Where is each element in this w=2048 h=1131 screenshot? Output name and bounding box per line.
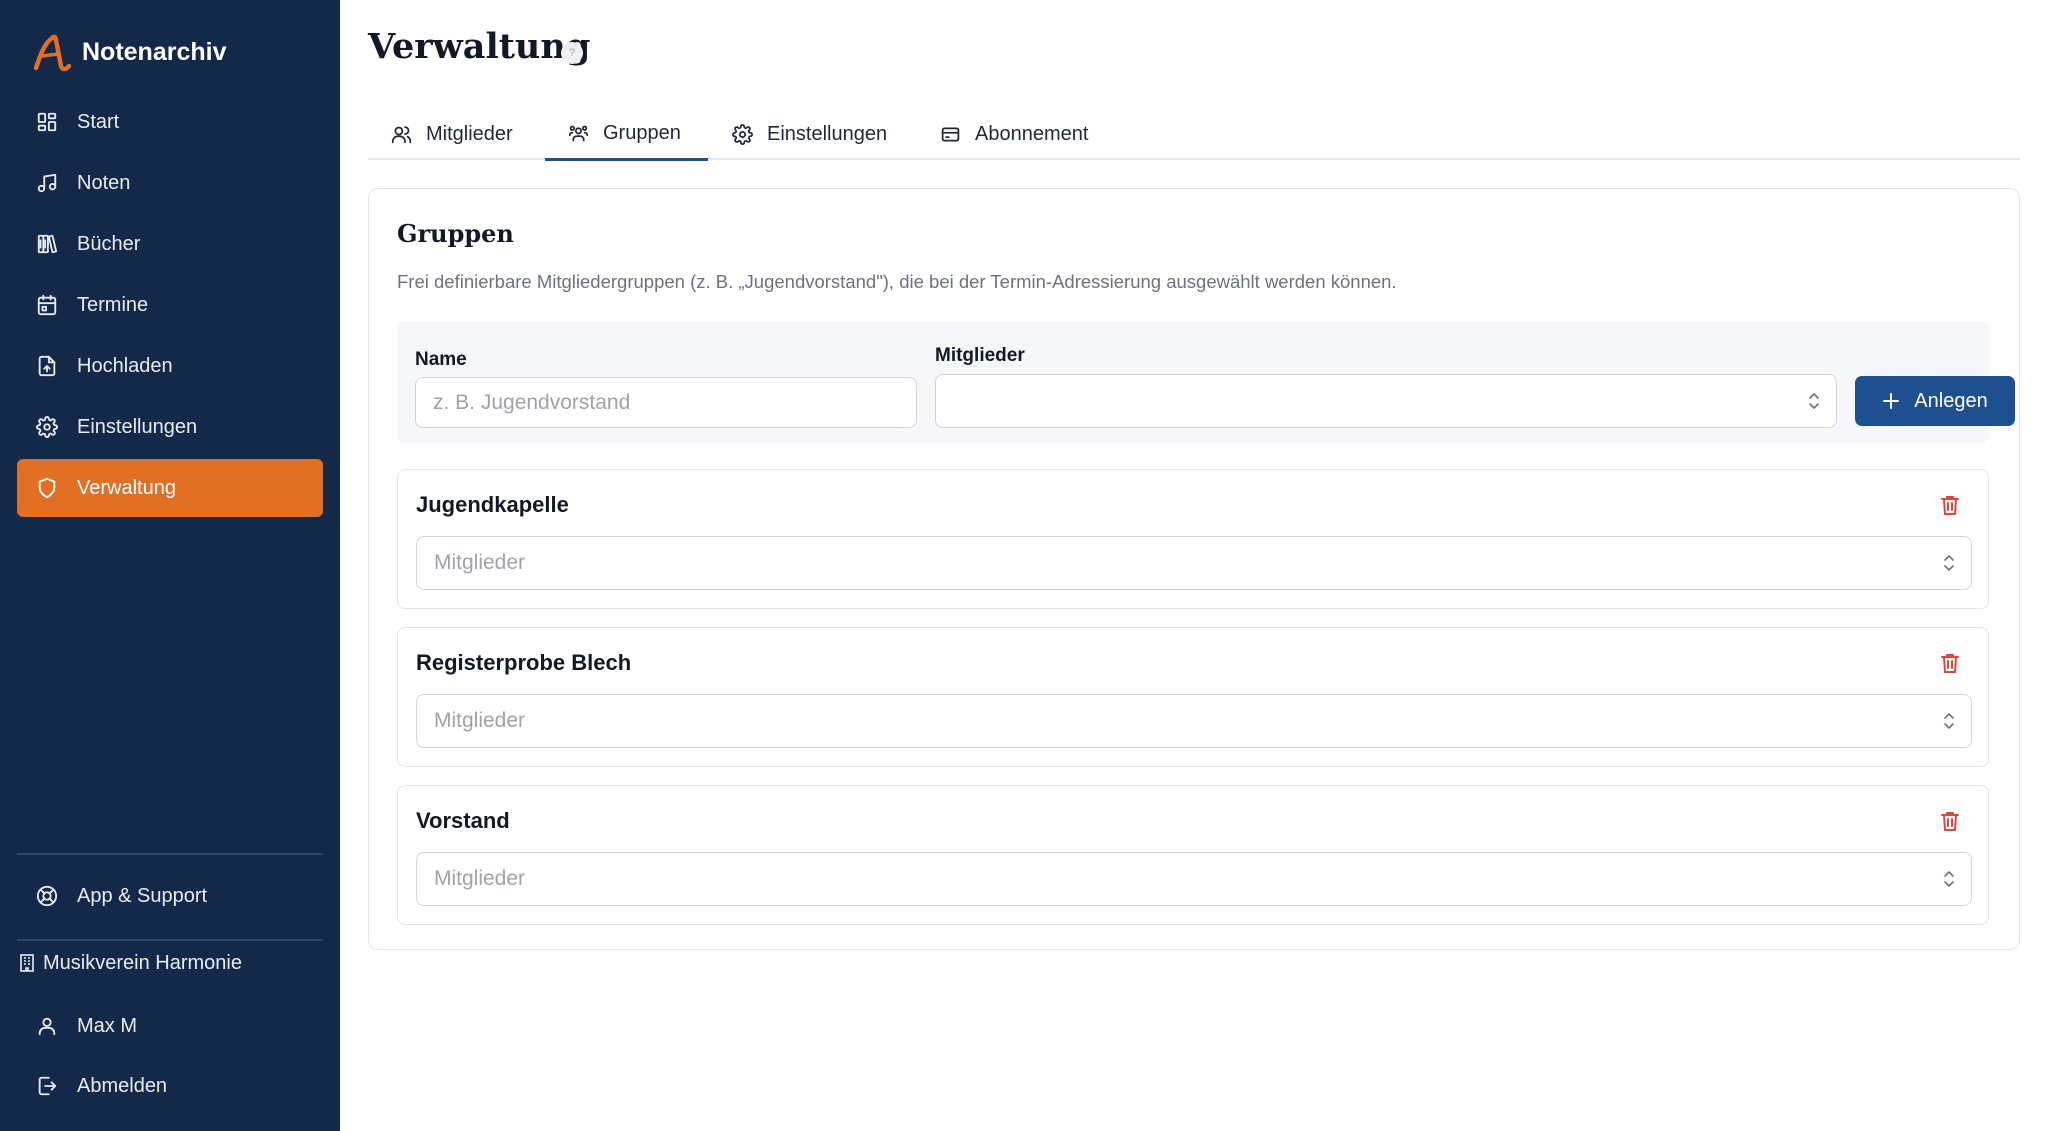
gear-icon	[35, 415, 59, 439]
sidebar-item-support[interactable]: App & Support	[17, 871, 323, 921]
section-title: Gruppen	[397, 219, 514, 248]
group-members-select[interactable]: Mitglieder	[416, 694, 1972, 748]
sidebar-divider	[17, 853, 323, 855]
gear-icon	[731, 123, 753, 145]
sidebar-nav: Start Noten Bücher Termine Hochladen Ein…	[17, 93, 323, 520]
group-name-input[interactable]: z. B. Jugendvorstand	[415, 377, 917, 428]
chevron-up-down-icon	[1808, 391, 1820, 411]
sidebar-item-label: Einstellungen	[77, 415, 198, 438]
create-group-form: Name z. B. Jugendvorstand Mitglieder Anl…	[397, 321, 2015, 443]
group-name: Vorstand	[416, 808, 510, 833]
logout-label: Abmelden	[77, 1074, 168, 1097]
chevron-up-down-icon	[1943, 553, 1955, 573]
help-icon[interactable]: ?	[561, 42, 583, 64]
tab-mitglieder[interactable]: Mitglieder	[390, 108, 513, 160]
sidebar-item-hochladen[interactable]: Hochladen	[17, 337, 323, 395]
create-group-button[interactable]: Anlegen	[1855, 376, 2015, 426]
calendar-icon	[35, 293, 59, 317]
group-item: Jugendkapelle Mitglieder	[397, 469, 1989, 609]
brand[interactable]: Notenarchiv	[30, 30, 226, 74]
trash-icon[interactable]	[1940, 810, 1962, 832]
app-name: Notenarchiv	[82, 37, 227, 66]
group-name: Jugendkapelle	[416, 492, 569, 517]
tab-label: Mitglieder	[426, 122, 513, 145]
members-select[interactable]	[935, 374, 1837, 428]
tab-label: Gruppen	[603, 121, 681, 144]
sidebar-item-buecher[interactable]: Bücher	[17, 215, 323, 273]
name-label: Name	[415, 349, 467, 370]
sidebar-item-label: Start	[77, 110, 120, 133]
plus-icon	[1882, 392, 1900, 410]
app-logo-icon	[33, 34, 72, 72]
library-icon	[35, 232, 59, 256]
group-members-placeholder: Mitglieder	[434, 551, 526, 574]
building-icon	[17, 953, 37, 973]
chevron-up-down-icon	[1943, 869, 1955, 889]
tab-abonnement[interactable]: Abonnement	[939, 108, 1088, 160]
trash-icon[interactable]	[1940, 652, 1962, 674]
dashboard-icon	[35, 110, 59, 134]
chevron-up-down-icon	[1943, 711, 1955, 731]
group-icon	[567, 122, 589, 144]
sidebar: Notenarchiv Start Noten Bücher Termine H…	[0, 0, 340, 1131]
tab-einstellungen[interactable]: Einstellungen	[731, 108, 887, 160]
group-name: Registerprobe Blech	[416, 650, 632, 675]
sidebar-item-verwaltung[interactable]: Verwaltung	[17, 459, 323, 517]
sidebar-item-einstellungen[interactable]: Einstellungen	[17, 398, 323, 456]
group-item: Registerprobe Blech Mitglieder	[397, 627, 1989, 767]
group-item: Vorstand Mitglieder	[397, 785, 1989, 925]
users-icon	[390, 123, 412, 145]
user-icon	[35, 1014, 59, 1038]
group-members-placeholder: Mitglieder	[434, 709, 526, 732]
create-group-label: Anlegen	[1914, 389, 1988, 412]
sidebar-item-termine[interactable]: Termine	[17, 276, 323, 334]
logout-icon	[35, 1074, 59, 1098]
credit-card-icon	[939, 123, 961, 145]
lifebuoy-icon	[35, 884, 59, 908]
members-label: Mitglieder	[935, 345, 1025, 366]
sidebar-item-label: Hochladen	[77, 354, 173, 377]
group-members-placeholder: Mitglieder	[434, 867, 526, 890]
user-menu[interactable]: Max M	[17, 1001, 323, 1051]
sidebar-item-label: Termine	[77, 293, 149, 316]
groups-card: Gruppen Frei definierbare Mitgliedergrup…	[368, 188, 2020, 950]
organization-name: Musikverein Harmonie	[17, 943, 242, 983]
organization-label: Musikverein Harmonie	[43, 951, 242, 974]
sidebar-item-label: Verwaltung	[77, 476, 176, 499]
trash-icon[interactable]	[1940, 494, 1962, 516]
sidebar-item-label: Bücher	[77, 232, 141, 255]
support-label: App & Support	[77, 884, 208, 907]
tab-label: Abonnement	[975, 122, 1089, 145]
group-members-select[interactable]: Mitglieder	[416, 852, 1972, 906]
file-upload-icon	[35, 354, 59, 378]
sidebar-item-start[interactable]: Start	[17, 93, 323, 151]
user-name: Max M	[77, 1014, 137, 1037]
tab-gruppen[interactable]: Gruppen	[545, 108, 708, 161]
sidebar-divider	[17, 939, 323, 941]
section-description: Frei definierbare Mitgliedergruppen (z. …	[397, 271, 1397, 292]
shield-icon	[35, 476, 59, 500]
tab-bar: Mitglieder Gruppen Einstellungen Abonnem…	[368, 108, 2020, 161]
sidebar-item-noten[interactable]: Noten	[17, 154, 323, 212]
main-content: Verwaltung ? Mitglieder Gruppen Einstell…	[368, 0, 2020, 1131]
tab-label: Einstellungen	[767, 122, 888, 145]
sidebar-item-label: Noten	[77, 171, 131, 194]
page-title: Verwaltung	[368, 26, 591, 67]
group-members-select[interactable]: Mitglieder	[416, 536, 1972, 590]
music-note-icon	[35, 171, 59, 195]
logout-button[interactable]: Abmelden	[17, 1061, 323, 1111]
